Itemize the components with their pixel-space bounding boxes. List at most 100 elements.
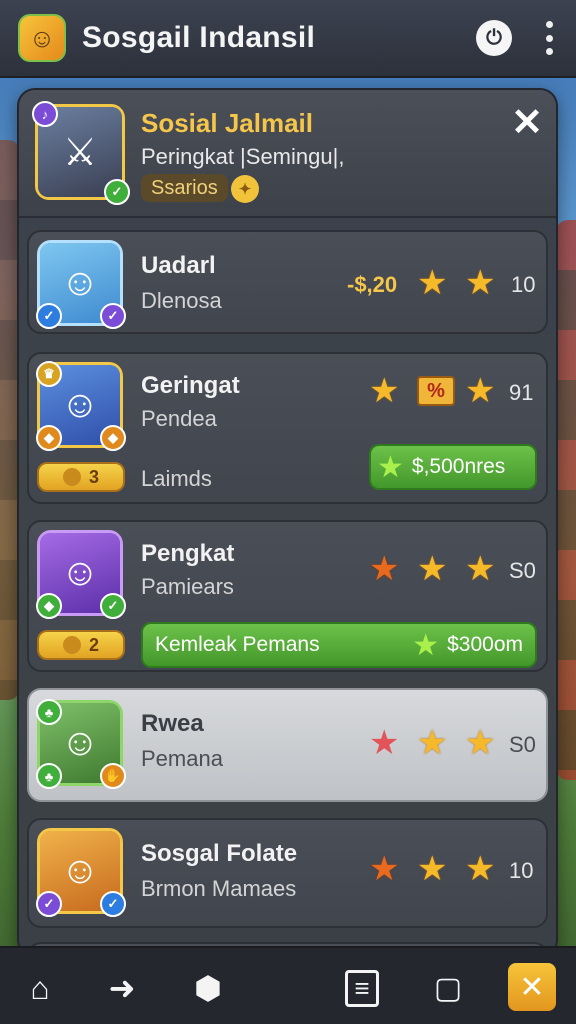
check-badge-icon: ✓	[36, 891, 62, 917]
offer-label: Kemleak Pemans	[155, 633, 320, 656]
player-subtitle: Brmon Mamaes	[141, 876, 297, 901]
leaderboard-row[interactable]: ☺ ◆ ✓ Pengkat Pamiears 2 ★ ★ ★ S0 Kemlea…	[27, 520, 548, 672]
box-icon: ⬢	[194, 970, 222, 1006]
player-subtitle: Dlenosa	[141, 288, 222, 313]
coin-icon: ✦	[231, 175, 259, 203]
crown-badge-icon: ♛	[36, 361, 62, 387]
nav-next[interactable]: ➜	[100, 966, 144, 1010]
nav-tickets[interactable]: ≡	[340, 966, 384, 1010]
player-name: Pengkat	[141, 540, 235, 567]
offer-price: $,500nres	[411, 455, 506, 478]
player-name: Sosgal Folate	[141, 840, 298, 867]
hand-badge-icon: ✋	[100, 763, 126, 789]
close-icon: ✕	[511, 102, 543, 144]
rank-count: 10	[511, 272, 536, 297]
app-title: Sosgail Indansil	[82, 21, 316, 54]
verified-check-icon: ✓	[104, 179, 130, 205]
top-bar: ☺ Sosgail Indansil ⏻	[0, 0, 576, 78]
level-icon	[62, 636, 81, 654]
check-badge-icon: ✓	[100, 303, 126, 329]
player-extra-label: Laimds	[141, 466, 212, 491]
claim-offer-button[interactable]: Kemleak Pemans ★ $300om	[141, 622, 537, 668]
star-icon: ★	[465, 372, 496, 410]
nav-inventory[interactable]: ⬢	[186, 966, 230, 1010]
nav-home[interactable]: ⌂	[18, 966, 62, 1010]
check-badge-icon: ✓	[100, 891, 126, 917]
star-icon: ★	[465, 724, 496, 762]
star-icon: ★	[417, 550, 448, 588]
purple-rank-badge-icon: ♪	[32, 101, 58, 127]
star-icon: ★	[465, 264, 496, 302]
nav-shop[interactable]: ▢	[426, 966, 470, 1010]
player-subtitle: Pemana	[141, 746, 223, 771]
leaderboard-row[interactable]: ☺ ✓ ✓ Sosgal Folate Brmon Mamaes ★ ★ ★ 1…	[27, 818, 548, 928]
player-avatar: ☺ ♣ ♣ ✋	[36, 699, 126, 789]
power-icon: ⏻	[486, 26, 502, 49]
player-name: Rwea	[141, 710, 204, 737]
level-value: 3	[88, 466, 99, 487]
home-icon: ⌂	[30, 969, 50, 1006]
rank-count: S0	[509, 558, 536, 583]
leaderboard-panel: ⚔ ♪ ✓ Sosial Jalmail Peringkat |Semingu|…	[17, 88, 558, 958]
leaf-badge-icon: ♣	[36, 763, 62, 789]
header-title: Sosial Jalmail	[141, 108, 313, 138]
discount-symbol: %	[427, 379, 445, 402]
check-badge-icon: ✓	[36, 303, 62, 329]
gem-badge-icon: ◆	[36, 593, 62, 619]
star-icon: ★	[417, 850, 448, 888]
power-button[interactable]: ⏻	[476, 20, 512, 56]
shop-bag-icon: ▢	[433, 971, 463, 1005]
player-avatar: ☺ ✓ ✓	[36, 828, 126, 917]
dot	[545, 34, 553, 42]
level-pill: 2	[37, 630, 125, 660]
header-subtitle: Peringkat |Semingu|,	[141, 144, 345, 169]
crossed-swords-icon: ✕	[519, 970, 545, 1004]
star-icon: ★	[369, 724, 400, 762]
header-tag-pill: Ssarios	[141, 174, 228, 202]
discount-badge-icon: %	[417, 376, 455, 406]
leaf-badge-icon: ♣	[36, 699, 62, 725]
player-subtitle: Pamiears	[141, 574, 234, 599]
green-star-icon: ★	[377, 450, 404, 484]
dot	[545, 21, 553, 28]
player-name: Uadarl	[141, 252, 216, 279]
star-icon: ★	[417, 264, 448, 302]
player-avatar: ☺ ◆ ✓	[36, 530, 126, 619]
app-logo-icon: ☺	[18, 14, 66, 62]
rank-count: 10	[509, 858, 534, 883]
offer-price: $300om	[447, 633, 523, 656]
leaderboard-row-selected[interactable]: ☺ ♣ ♣ ✋ Rwea Pemana ★ ★ ★ S0	[27, 688, 548, 802]
price-text: -$,20	[347, 272, 398, 297]
green-star-icon: ★	[412, 628, 440, 662]
star-icon: ★	[417, 724, 448, 762]
star-icon: ★	[369, 372, 400, 410]
level-value: 2	[88, 634, 99, 655]
level-pill: 3	[37, 462, 125, 492]
offer-price-button[interactable]: ★ $,500nres	[369, 444, 537, 490]
rank-count: S0	[509, 732, 536, 757]
leaderboard-row[interactable]: ☺ ♛ ◆ ◆ Geringat Pendea Laimds 3 ★ % ★ 9…	[27, 352, 548, 504]
player-subtitle: Pendea	[141, 406, 217, 431]
player-avatar[interactable]: ⚔ ♪ ✓	[32, 101, 130, 205]
player-name: Geringat	[141, 372, 240, 399]
dot	[545, 48, 553, 55]
nav-battle[interactable]: ✕	[508, 963, 556, 1011]
check-badge-icon: ✓	[100, 593, 126, 619]
star-icon: ★	[465, 850, 496, 888]
background-building-right	[556, 220, 576, 780]
bottom-navigation: ⌂ ➜ ⬢ ≡ ▢ ✕	[0, 946, 576, 1024]
more-menu-button[interactable]	[540, 21, 558, 55]
player-avatar: ☺ ✓ ✓	[36, 240, 126, 329]
star-icon: ★	[465, 550, 496, 588]
star-icon: ★	[369, 850, 400, 888]
star-icon: ★	[369, 550, 400, 588]
close-button[interactable]: ✕	[508, 104, 546, 142]
player-header-card: ⚔ ♪ ✓ Sosial Jalmail Peringkat |Semingu|…	[19, 90, 556, 218]
shield-badge-icon: ◆	[36, 425, 62, 451]
arrow-right-icon: ➜	[108, 970, 136, 1006]
player-avatar: ☺ ♛ ◆ ◆	[36, 361, 126, 451]
leaderboard-row[interactable]: ☺ ✓ ✓ Uadarl Dlenosa -$,20 ★ ★ 10	[27, 230, 548, 334]
ticket-icon: ≡	[345, 969, 379, 1007]
level-icon	[62, 468, 81, 486]
shield-badge-icon: ◆	[100, 425, 126, 451]
